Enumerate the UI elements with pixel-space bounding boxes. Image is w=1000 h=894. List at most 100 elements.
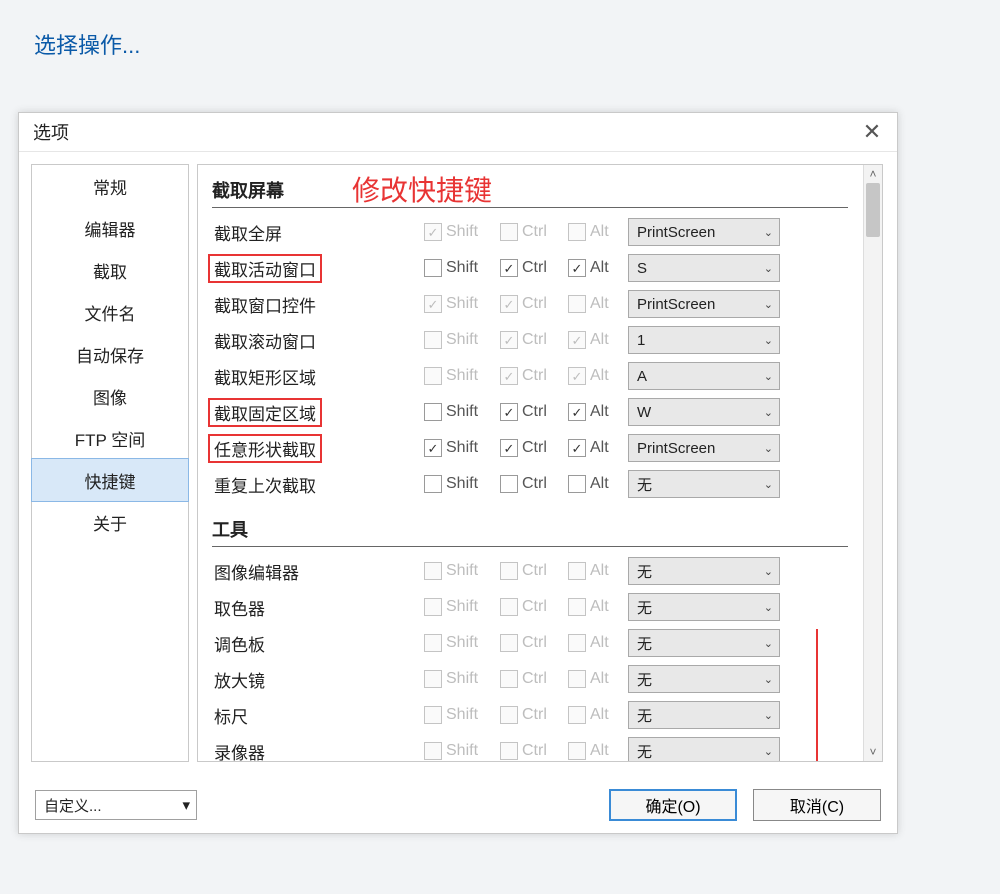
alt-checkbox-label: Alt [590,259,609,277]
tool-row: 取色器ShiftCtrlAlt无⌄ [212,589,848,625]
shift-checkbox-box [424,670,442,688]
tool-label: 录像器 [212,739,424,762]
chevron-down-icon: ⌄ [764,601,773,614]
page-header: 选择操作... [0,0,1000,88]
key-dropdown[interactable]: 无⌄ [628,470,780,498]
alt-checkbox[interactable]: Alt [568,403,628,421]
alt-checkbox[interactable]: Alt [568,439,628,457]
ctrl-checkbox[interactable]: Ctrl [500,439,568,457]
tool-label: 图像编辑器 [212,559,424,584]
ok-button[interactable]: 确定(O) [609,789,737,821]
dialog-title: 选项 [33,119,69,145]
shift-checkbox-box[interactable] [424,259,442,277]
key-dropdown[interactable]: 无⌄ [628,701,780,729]
key-value: S [637,260,647,277]
chevron-down-icon: ⌄ [764,298,773,311]
shift-checkbox-label: Shift [446,742,478,760]
key-dropdown[interactable]: 1⌄ [628,326,780,354]
ctrl-checkbox: Ctrl [500,670,568,688]
tool-row: 调色板ShiftCtrlAlt无⌄ [212,625,848,661]
shift-checkbox: Shift [424,598,500,616]
alt-checkbox-box [568,223,586,241]
sidebar-item-文件名[interactable]: 文件名 [32,291,188,333]
shift-checkbox: Shift [424,295,500,313]
ctrl-checkbox-label: Ctrl [522,475,547,493]
ctrl-checkbox-label: Ctrl [522,223,547,241]
capture-label: 截取固定区域 [212,398,424,427]
sidebar-item-图像[interactable]: 图像 [32,375,188,417]
shift-checkbox[interactable]: Shift [424,439,500,457]
alt-checkbox-box[interactable] [568,475,586,493]
ctrl-checkbox: Ctrl [500,331,568,349]
alt-checkbox: Alt [568,223,628,241]
shift-checkbox[interactable]: Shift [424,403,500,421]
customize-dropdown[interactable]: 自定义... ▾ [35,790,197,820]
shift-checkbox: Shift [424,742,500,760]
alt-checkbox-box[interactable] [568,259,586,277]
scroll-down-icon[interactable]: ˅ [864,743,882,761]
key-dropdown[interactable]: 无⌄ [628,629,780,657]
ctrl-checkbox[interactable]: Ctrl [500,475,568,493]
key-dropdown[interactable]: 无⌄ [628,737,780,761]
key-dropdown[interactable]: PrintScreen⌄ [628,218,780,246]
shift-checkbox[interactable]: Shift [424,259,500,277]
key-dropdown[interactable]: PrintScreen⌄ [628,290,780,318]
key-dropdown[interactable]: S⌄ [628,254,780,282]
alt-checkbox-box [568,706,586,724]
sidebar-item-快捷键[interactable]: 快捷键 [31,458,189,502]
scroll-up-icon[interactable]: ˄ [864,165,882,183]
shift-checkbox-box [424,367,442,385]
ctrl-checkbox-box [500,742,518,760]
shift-checkbox: Shift [424,367,500,385]
ctrl-checkbox-label: Ctrl [522,367,547,385]
key-value: 无 [637,669,652,690]
shift-checkbox-box[interactable] [424,439,442,457]
alt-checkbox[interactable]: Alt [568,475,628,493]
shift-checkbox-box[interactable] [424,403,442,421]
close-icon[interactable]: ✕ [857,119,887,145]
section-tools-label: 工具 [212,520,248,540]
key-dropdown[interactable]: 无⌄ [628,593,780,621]
alt-checkbox[interactable]: Alt [568,259,628,277]
chevron-down-icon: ⌄ [764,478,773,491]
sidebar-item-关于[interactable]: 关于 [32,501,188,543]
alt-checkbox-box[interactable] [568,439,586,457]
shift-checkbox-label: Shift [446,598,478,616]
vertical-scrollbar[interactable]: ˄ ˅ [863,165,882,761]
key-value: 无 [637,741,652,762]
cancel-button[interactable]: 取消(C) [753,789,881,821]
ctrl-checkbox-box [500,367,518,385]
tool-row: 录像器ShiftCtrlAlt无⌄ [212,733,848,761]
ctrl-checkbox-label: Ctrl [522,295,547,313]
ctrl-checkbox-box[interactable] [500,439,518,457]
sidebar-item-自动保存[interactable]: 自动保存 [32,333,188,375]
capture-row: 重复上次截取ShiftCtrlAlt无⌄ [212,466,848,502]
key-dropdown[interactable]: 无⌄ [628,665,780,693]
key-dropdown[interactable]: 无⌄ [628,557,780,585]
key-dropdown[interactable]: PrintScreen⌄ [628,434,780,462]
ctrl-checkbox[interactable]: Ctrl [500,259,568,277]
ctrl-checkbox-box [500,706,518,724]
shift-checkbox-box[interactable] [424,475,442,493]
ctrl-checkbox-box[interactable] [500,403,518,421]
key-dropdown[interactable]: A⌄ [628,362,780,390]
chevron-down-icon: ⌄ [764,745,773,758]
sidebar-item-编辑器[interactable]: 编辑器 [32,207,188,249]
ctrl-checkbox-box[interactable] [500,475,518,493]
shift-checkbox-label: Shift [446,634,478,652]
ctrl-checkbox[interactable]: Ctrl [500,403,568,421]
shift-checkbox-label: Shift [446,367,478,385]
shift-checkbox-box [424,562,442,580]
scrollbar-thumb[interactable] [866,183,880,237]
alt-checkbox-box [568,367,586,385]
sidebar-item-截取[interactable]: 截取 [32,249,188,291]
shift-checkbox[interactable]: Shift [424,475,500,493]
sidebar-item-FTP 空间[interactable]: FTP 空间 [32,417,188,459]
sidebar-item-常规[interactable]: 常规 [32,165,188,207]
chevron-down-icon: ⌄ [764,406,773,419]
chevron-down-icon: ⌄ [764,709,773,722]
alt-checkbox-box[interactable] [568,403,586,421]
tool-label: 放大镜 [212,667,424,692]
key-dropdown[interactable]: W⌄ [628,398,780,426]
ctrl-checkbox-box[interactable] [500,259,518,277]
